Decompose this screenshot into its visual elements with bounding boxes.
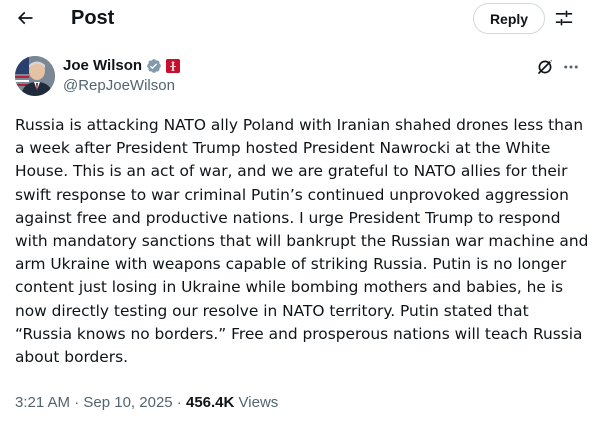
- author-name-text: Joe Wilson: [63, 57, 143, 74]
- meta-separator: ·: [172, 394, 186, 411]
- sliders-icon: [555, 10, 573, 26]
- filter-button[interactable]: [550, 4, 578, 32]
- back-arrow-icon: [17, 11, 33, 25]
- verified-badge-icon[interactable]: [146, 58, 162, 74]
- views-label: Views: [238, 394, 279, 411]
- views-count: 456.4K: [185, 394, 235, 411]
- meta-separator: ·: [70, 394, 84, 411]
- top-bar: Post Reply: [0, 0, 598, 36]
- back-button[interactable]: [8, 2, 42, 34]
- author-name[interactable]: Joe Wilson: [63, 57, 181, 75]
- more-button[interactable]: [560, 57, 582, 77]
- more-icon: [564, 65, 578, 69]
- post-meta: 3:21 AM · Sep 10, 2025 · 456.4K Views: [15, 394, 278, 412]
- reply-button[interactable]: Reply: [473, 3, 545, 34]
- post-date[interactable]: Sep 10, 2025: [83, 394, 172, 411]
- avatar-image: [15, 56, 55, 96]
- avatar[interactable]: [15, 56, 55, 96]
- post-time[interactable]: 3:21 AM: [15, 394, 70, 411]
- grok-button[interactable]: [535, 57, 555, 77]
- post-text: Russia is attacking NATO ally Poland wit…: [15, 116, 589, 367]
- government-affiliation-icon[interactable]: [166, 59, 181, 73]
- page-title: Post: [71, 7, 115, 29]
- author-handle[interactable]: @RepJoeWilson: [63, 77, 175, 95]
- grok-icon: [538, 59, 553, 74]
